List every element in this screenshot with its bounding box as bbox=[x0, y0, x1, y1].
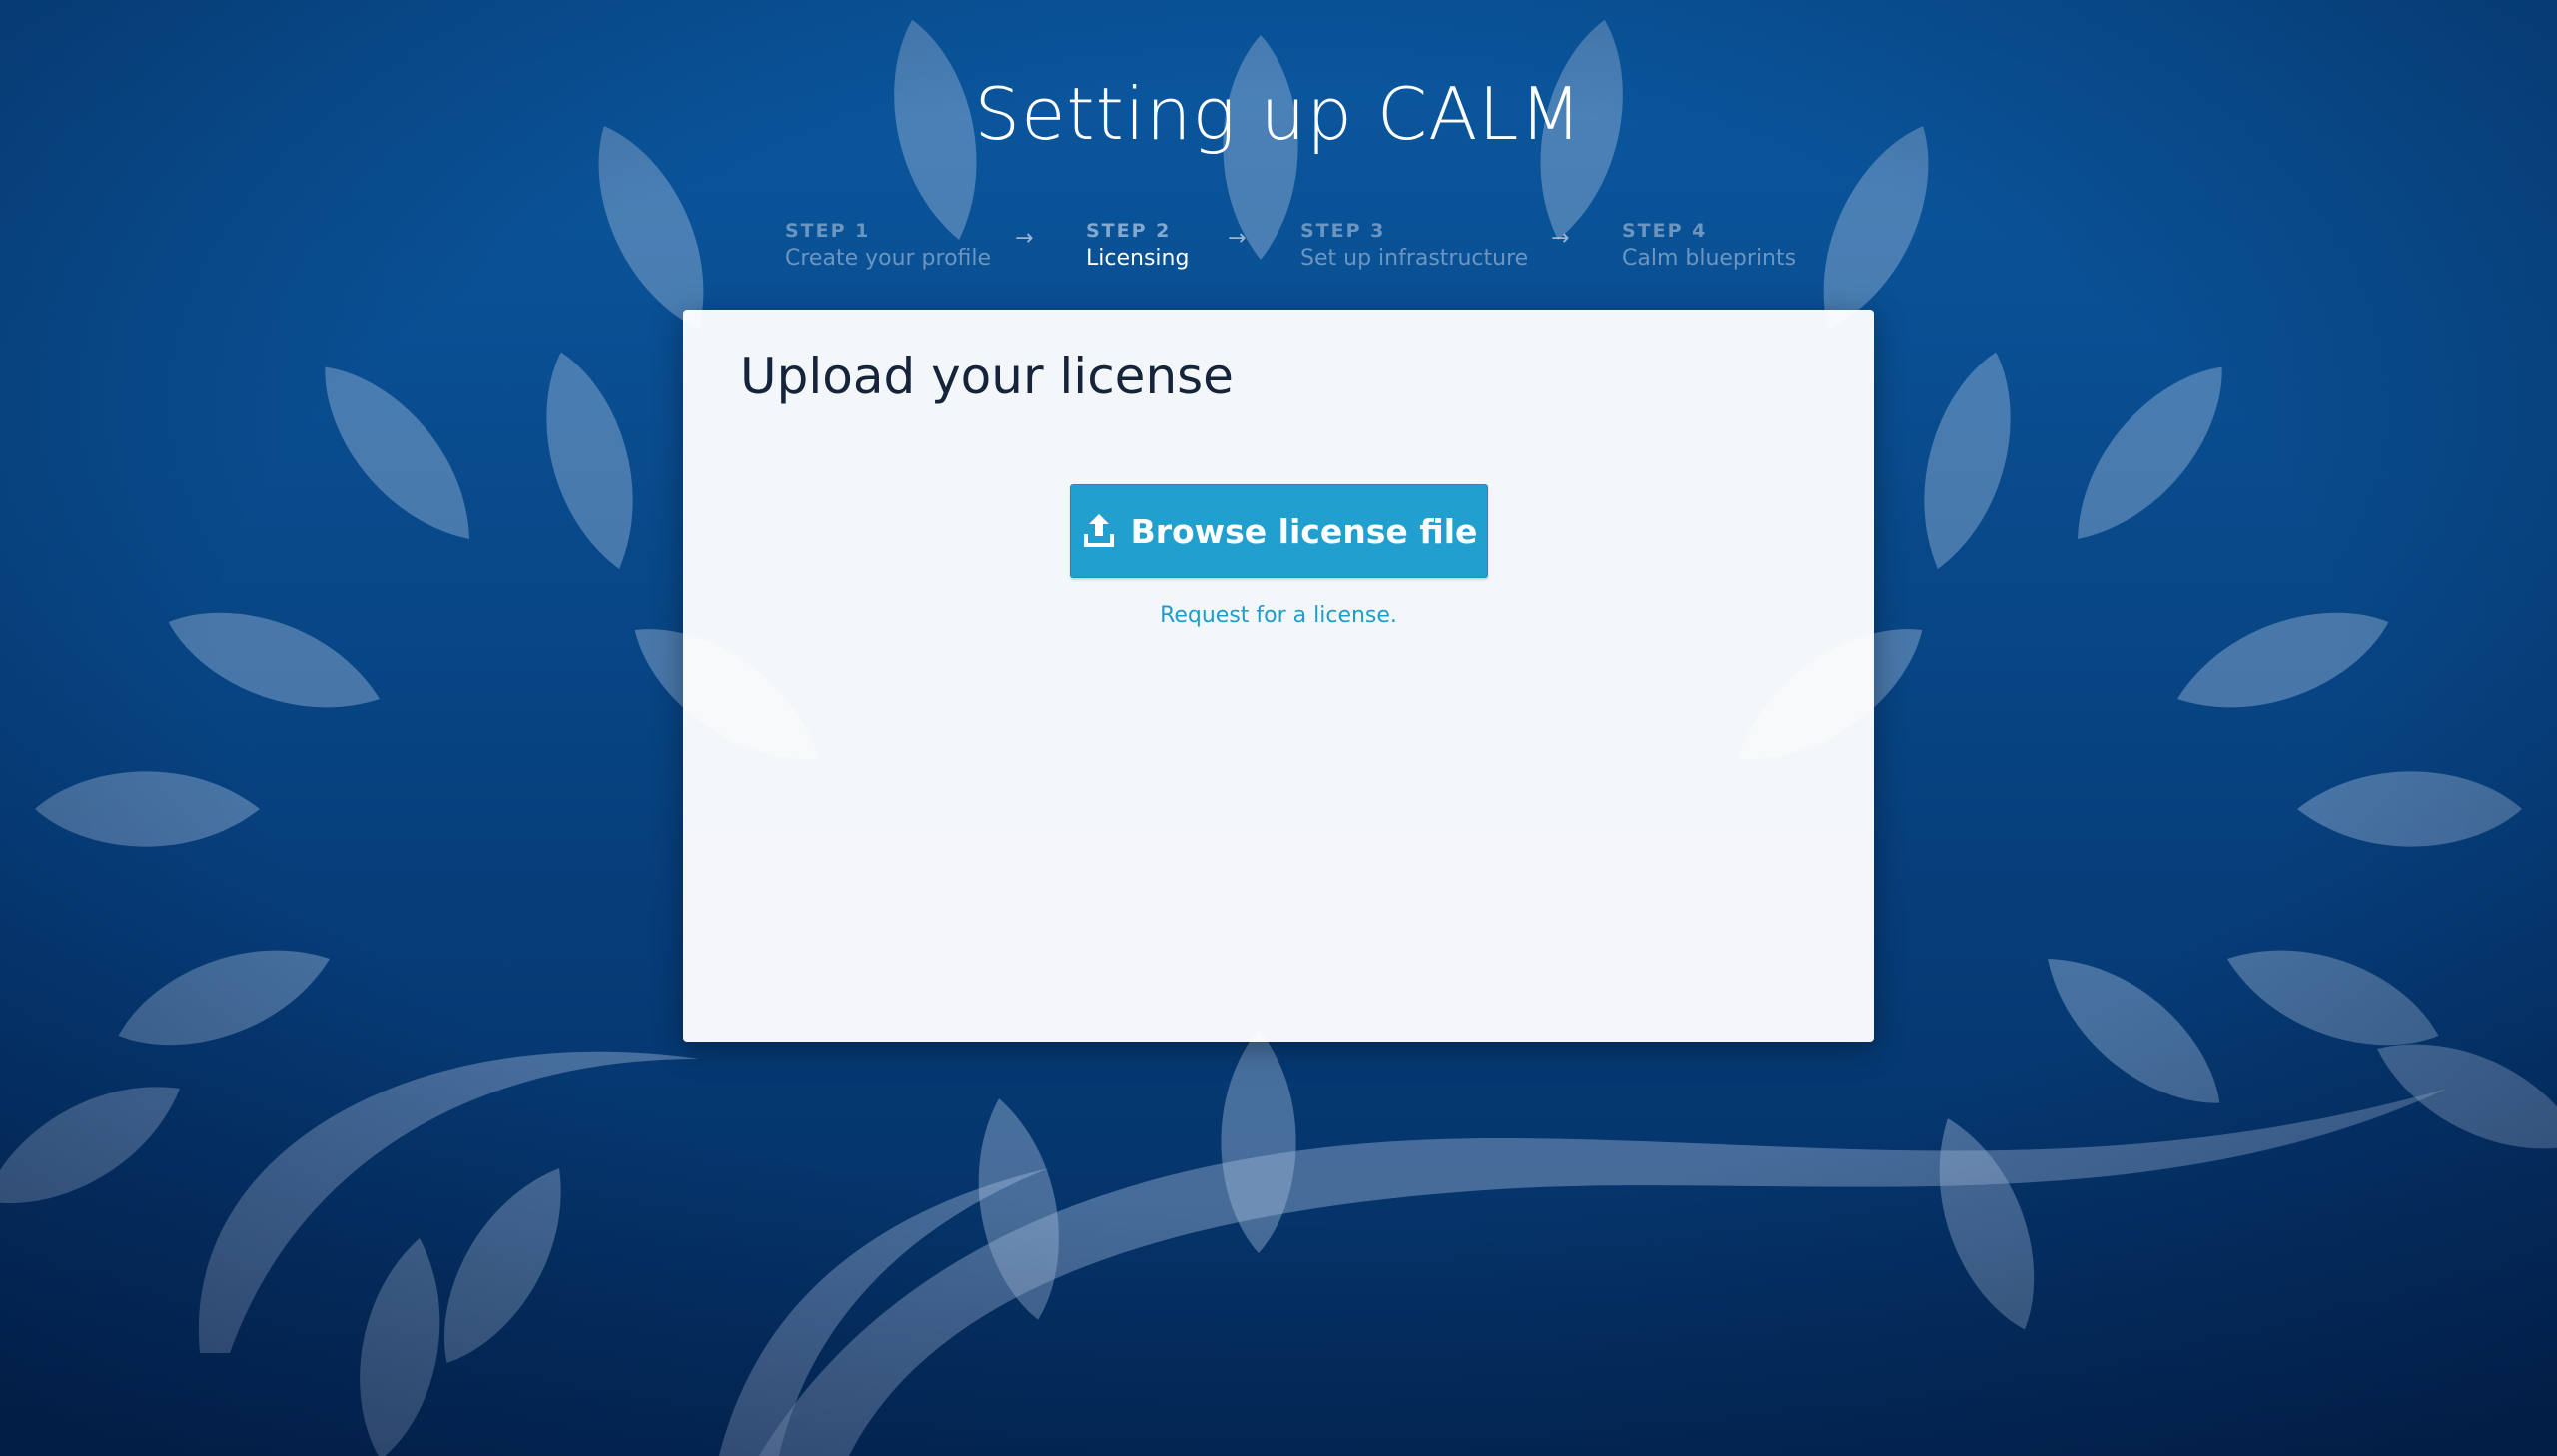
step-number: STEP 4 bbox=[1622, 220, 1708, 242]
license-card: Upload your license Browse license file … bbox=[683, 310, 1874, 1042]
card-title: Upload your license bbox=[740, 348, 1234, 405]
step-number: STEP 3 bbox=[1300, 220, 1386, 242]
upload-icon bbox=[1083, 514, 1114, 547]
step-licensing: STEP 2 Licensing bbox=[1086, 218, 1189, 274]
arrow-right-icon: → bbox=[1015, 226, 1034, 251]
arrow-right-icon: → bbox=[1228, 226, 1247, 251]
step-create-profile: STEP 1 Create your profile bbox=[785, 218, 991, 274]
step-label: Licensing bbox=[1086, 246, 1190, 271]
step-label: Create your profile bbox=[785, 246, 992, 271]
arrow-right-icon: → bbox=[1551, 226, 1570, 251]
step-calm-blueprints: STEP 4 Calm blueprints bbox=[1622, 218, 1796, 274]
browse-button-label: Browse license file bbox=[1130, 511, 1478, 551]
step-infrastructure: STEP 3 Set up infrastructure bbox=[1300, 218, 1528, 274]
setup-steps: STEP 1 Create your profile → STEP 2 Lice… bbox=[0, 218, 2557, 278]
request-license-link[interactable]: Request for a license. bbox=[683, 603, 1874, 628]
step-label: Calm blueprints bbox=[1622, 246, 1797, 271]
step-number: STEP 2 bbox=[1086, 220, 1172, 242]
page-title: Setting up CALM bbox=[974, 72, 1583, 156]
step-label: Set up infrastructure bbox=[1300, 246, 1529, 271]
step-number: STEP 1 bbox=[785, 220, 871, 242]
browse-license-file-button[interactable]: Browse license file bbox=[1070, 484, 1488, 578]
